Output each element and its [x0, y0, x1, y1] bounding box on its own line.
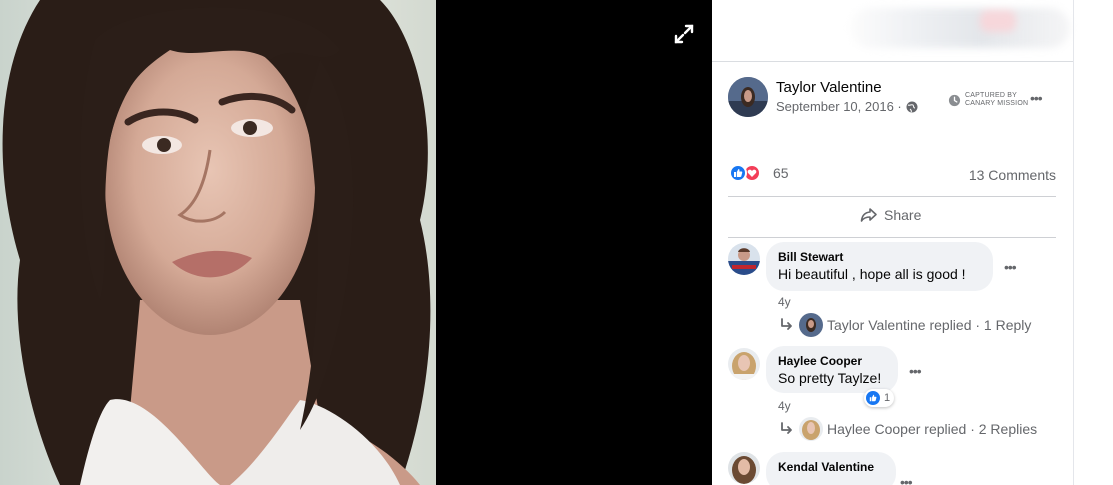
blurred-top-bar	[850, 8, 1070, 48]
expand-icon[interactable]	[670, 20, 698, 48]
like-icon	[729, 164, 747, 182]
divider	[712, 61, 1073, 62]
captured-by-badge: CAPTURED BY CANARY MISSION	[948, 92, 1028, 108]
comment-more-icon[interactable]: •••	[900, 474, 913, 485]
commenter-name[interactable]: Haylee Cooper	[778, 354, 886, 368]
replier-avatar	[799, 313, 823, 337]
share-label: Share	[884, 207, 922, 223]
view-replies-link[interactable]: Haylee Cooper replied · 2 Replies	[779, 417, 1037, 441]
like-icon	[866, 391, 880, 405]
post-photo[interactable]	[0, 0, 436, 485]
view-replies-link[interactable]: Taylor Valentine replied · 1 Reply	[779, 313, 1031, 337]
clock-icon	[948, 94, 961, 106]
replier-avatar	[799, 417, 823, 441]
scrollbar-track[interactable]	[1073, 0, 1074, 485]
comment-text: Hi beautiful , hope all is good !	[778, 266, 966, 282]
commenter-name[interactable]: Bill Stewart	[778, 250, 981, 264]
divider	[728, 237, 1056, 238]
reply-summary: Haylee Cooper replied · 2 Replies	[827, 421, 1038, 437]
commenter-avatar[interactable]	[728, 243, 760, 275]
comment-bubble: Bill Stewart Hi beautiful , hope all is …	[766, 242, 993, 291]
reaction-count: 65	[773, 165, 789, 181]
comment-bubble: Haylee Cooper So pretty Taylze!	[766, 346, 898, 393]
post-more-icon[interactable]: •••	[1030, 90, 1043, 106]
commenter-avatar[interactable]	[728, 452, 760, 484]
comment-text: So pretty Taylze!	[778, 370, 882, 386]
reply-arrow-icon	[781, 318, 792, 330]
author-avatar[interactable]	[728, 77, 768, 117]
post-date[interactable]: September 10, 2016 ·	[776, 99, 918, 114]
comment-time[interactable]: 4y	[778, 399, 791, 413]
commenter-name[interactable]: Kendal Valentine	[778, 460, 884, 474]
comment-reaction-badge[interactable]: 1	[864, 389, 895, 407]
comments-count-link[interactable]: 13 Comments	[969, 167, 1056, 183]
photo-viewer	[0, 0, 712, 485]
comment-time[interactable]: 4y	[778, 295, 791, 309]
post-date-text: September 10, 2016 ·	[776, 99, 902, 114]
comment-more-icon[interactable]: •••	[1004, 259, 1017, 275]
captured-by-line1: CAPTURED BY	[965, 92, 1017, 99]
reactions-summary[interactable]: 65	[729, 164, 789, 182]
reply-summary: Taylor Valentine replied · 1 Reply	[827, 317, 1032, 333]
share-icon	[860, 208, 877, 222]
share-button[interactable]: Share	[860, 207, 921, 223]
commenter-avatar[interactable]	[728, 348, 760, 380]
comment-like-count: 1	[884, 392, 891, 404]
comment-bubble: Kendal Valentine	[766, 452, 896, 485]
reply-arrow-icon	[781, 422, 792, 434]
comment-more-icon[interactable]: •••	[909, 363, 922, 379]
divider	[728, 196, 1056, 197]
post-author-name[interactable]: Taylor Valentine	[776, 79, 882, 96]
globe-icon	[906, 101, 918, 112]
captured-by-line2: CANARY MISSION	[965, 100, 1029, 107]
